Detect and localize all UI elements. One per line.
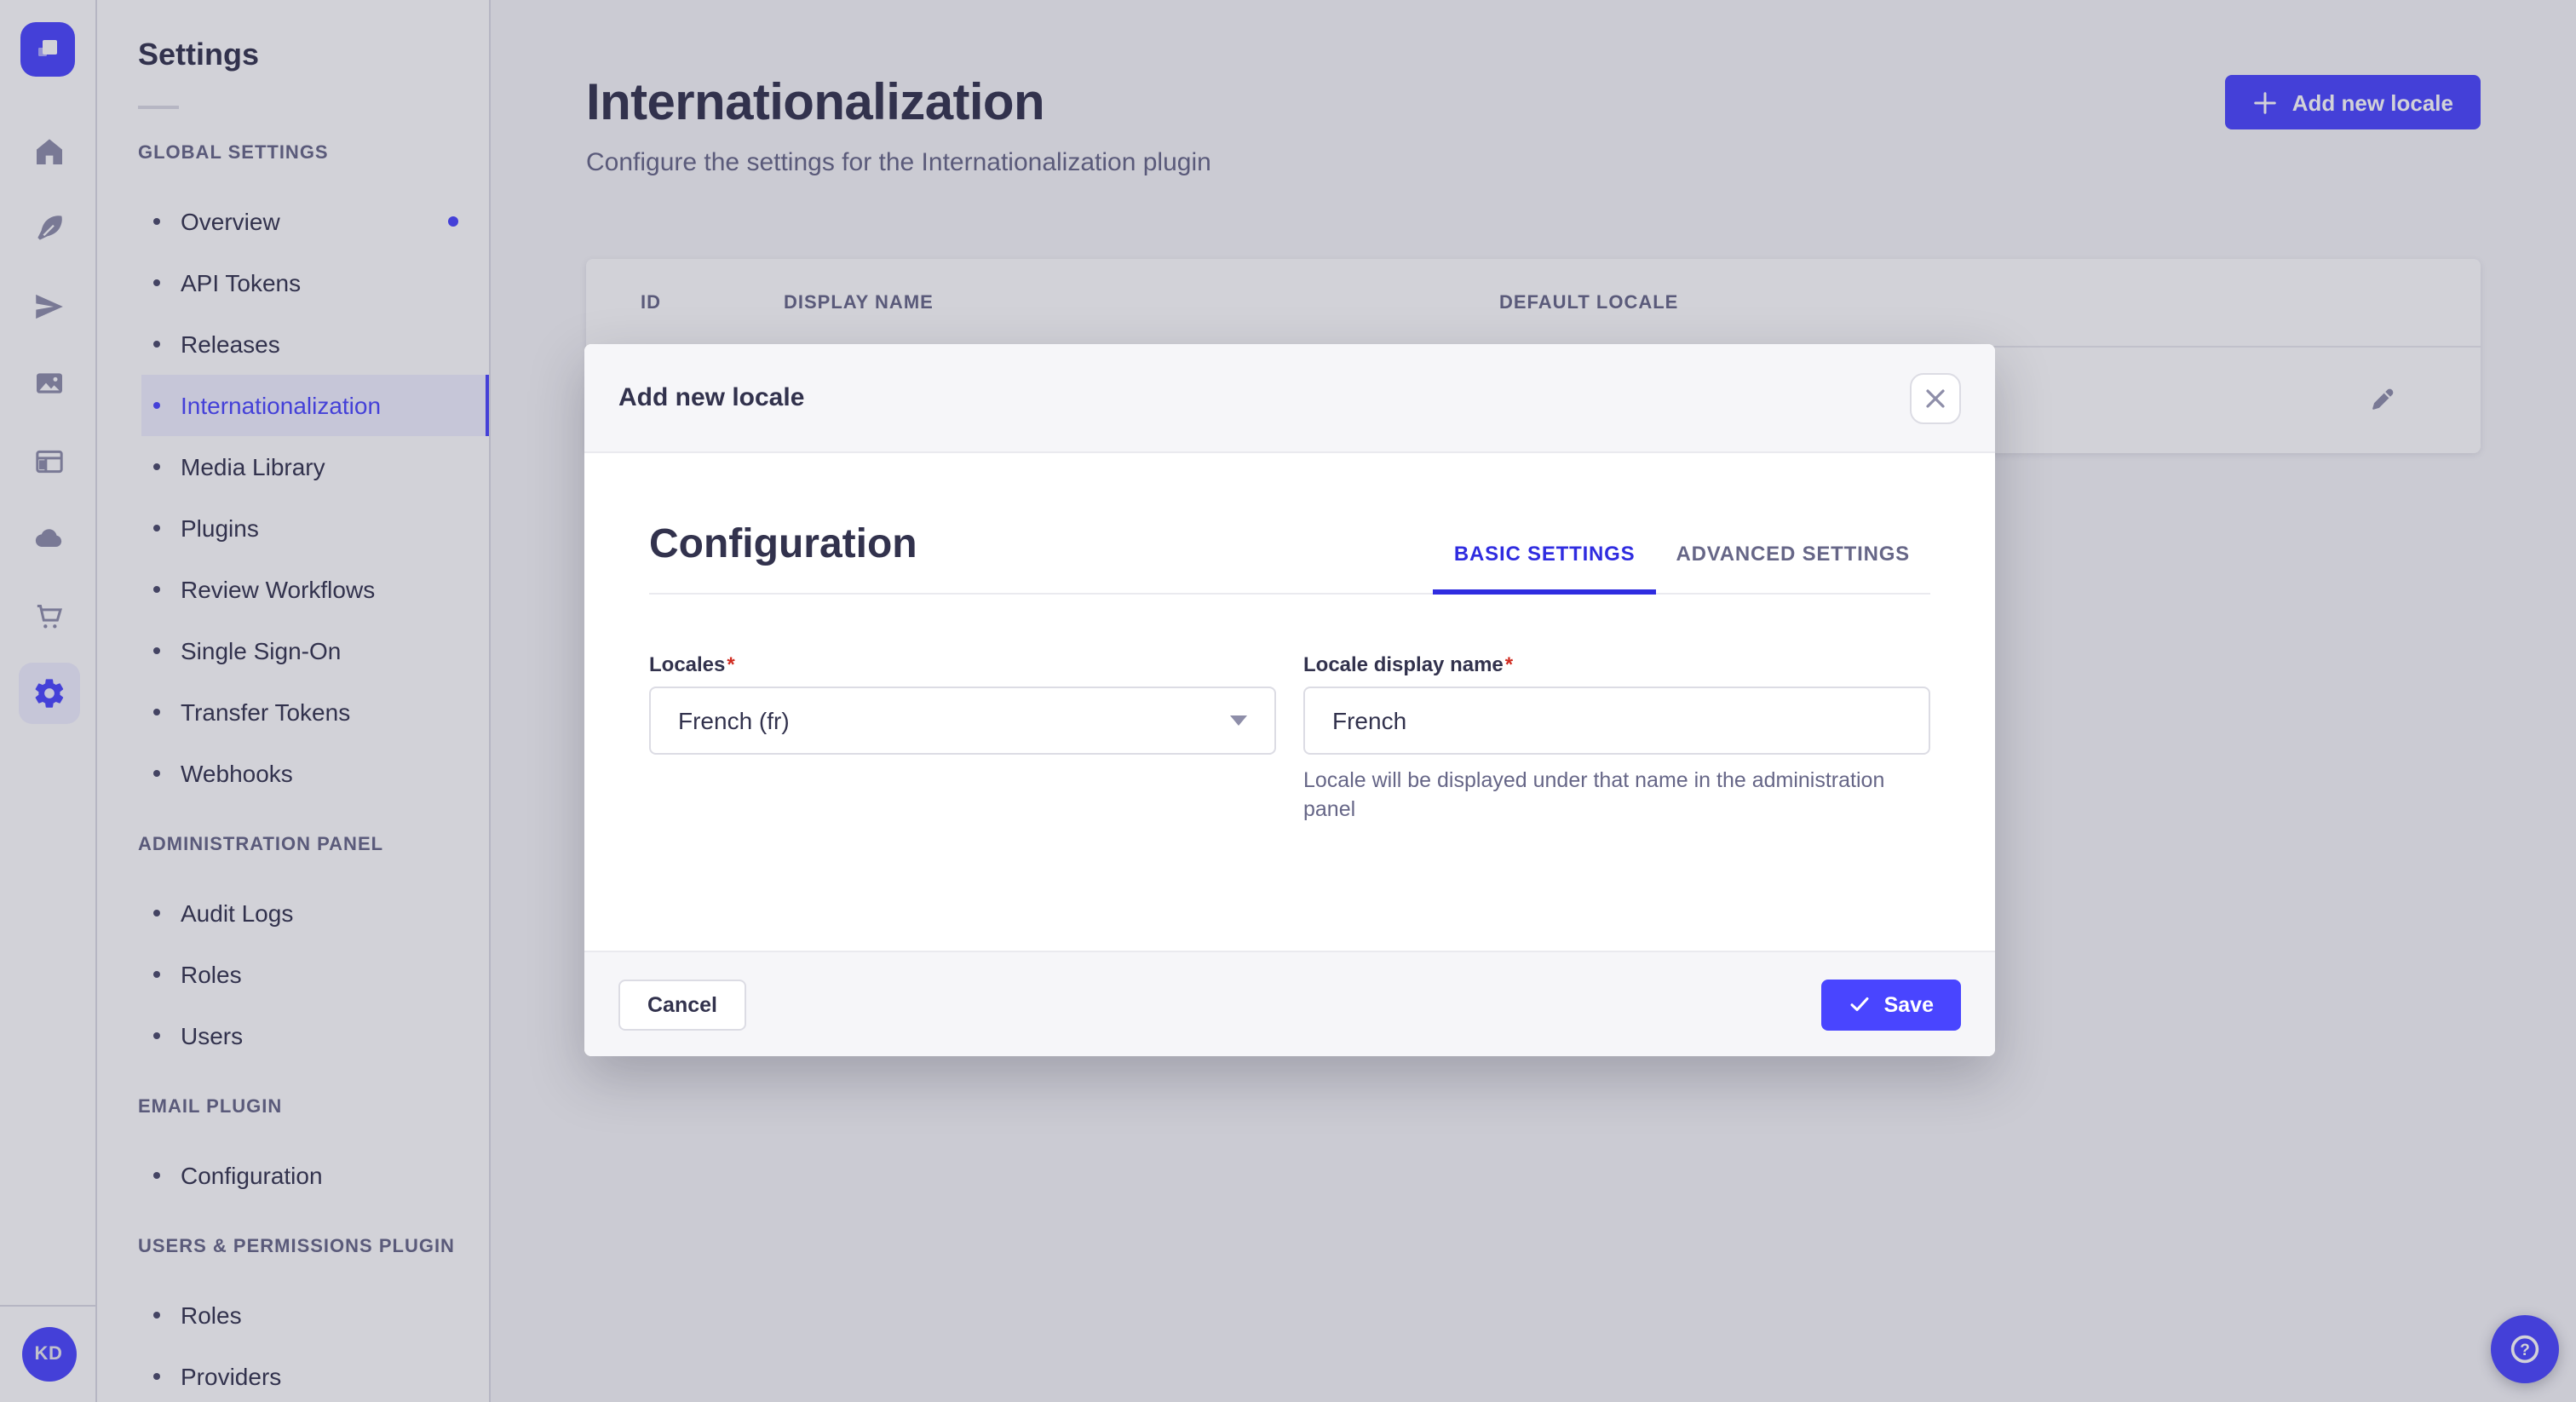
cancel-button[interactable]: Cancel: [618, 979, 746, 1030]
locales-select-value: French (fr): [678, 707, 790, 734]
locales-select[interactable]: French (fr): [649, 687, 1276, 755]
display-name-input[interactable]: [1303, 687, 1930, 755]
modal-footer: Cancel Save: [584, 951, 1995, 1056]
check-icon: [1850, 997, 1869, 1012]
display-name-field: Locale display name* Locale will be disp…: [1303, 652, 1930, 825]
modal-header: Add new locale: [584, 344, 1995, 453]
locales-label: Locales: [649, 652, 726, 676]
configuration-section-header: Configuration BASIC SETTINGS ADVANCED SE…: [649, 521, 1930, 595]
app-window: KD Settings GLOBAL SETTINGS Overview API…: [0, 0, 2576, 1402]
modal-title: Add new locale: [618, 383, 805, 412]
modal-body: Configuration BASIC SETTINGS ADVANCED SE…: [584, 453, 1995, 951]
save-button[interactable]: Save: [1820, 979, 1961, 1030]
tab-advanced-settings[interactable]: ADVANCED SETTINGS: [1655, 542, 1930, 593]
modal-fields: Locales * French (fr) Locale display name…: [649, 652, 1930, 825]
required-asterisk: *: [1504, 652, 1514, 676]
display-name-hint: Locale will be displayed under that name…: [1303, 768, 1885, 821]
tab-basic-settings[interactable]: BASIC SETTINGS: [1433, 542, 1657, 595]
locales-field: Locales * French (fr): [649, 652, 1276, 825]
display-name-label: Locale display name: [1303, 652, 1504, 676]
add-locale-modal: Add new locale Configuration BASIC SETTI…: [584, 344, 1995, 1056]
modal-close-button[interactable]: [1910, 372, 1961, 423]
close-icon: [1926, 388, 1945, 407]
required-asterisk: *: [727, 652, 735, 676]
chevron-down-icon: [1230, 715, 1247, 726]
configuration-title: Configuration: [649, 521, 917, 567]
settings-tabs: BASIC SETTINGS ADVANCED SETTINGS: [1433, 542, 1930, 595]
